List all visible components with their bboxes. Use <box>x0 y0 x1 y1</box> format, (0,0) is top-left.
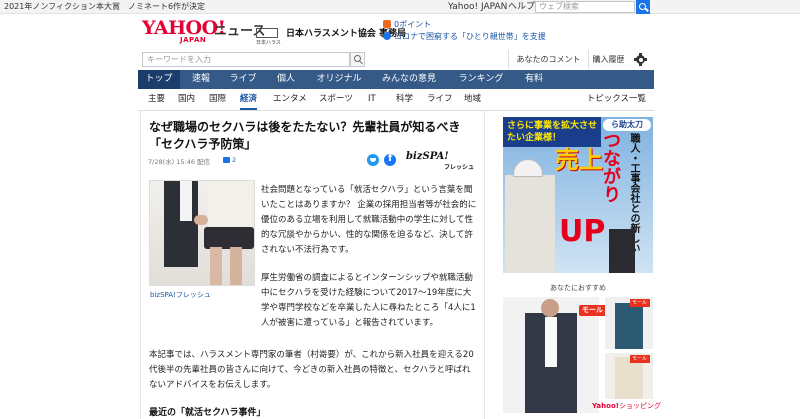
publisher-name: bizSPA! <box>406 151 449 162</box>
article-title: なぜ職場のセクハラは後をたたない？先輩社員が知るべき「セクハラ予防策」 <box>149 120 461 151</box>
category-entertainment[interactable]: エンタメ <box>273 89 307 110</box>
yahoo-shopping-link[interactable]: Yahoo!ショッピング <box>592 401 661 411</box>
yahoo-japan-link[interactable]: Yahoo! JAPAN <box>448 0 507 14</box>
corona-support-text: コロナで困窮する「ひとり親世帯」を支援 <box>394 32 546 41</box>
category-international[interactable]: 国際 <box>209 89 226 110</box>
recommend-title: あなたにおすすめ <box>550 284 606 292</box>
points-icon <box>383 20 391 28</box>
publisher-logo[interactable]: bizSPA! フレッシュ <box>406 151 474 171</box>
tab-breaking[interactable]: 速報 <box>180 70 222 89</box>
mall-mini-badge-1: モール <box>630 299 650 307</box>
twitter-share-icon[interactable] <box>367 154 379 166</box>
ad-headline: さらに事業を拡大させたい企業様！ <box>507 121 598 143</box>
ad-big-text-3: UP <box>559 214 606 249</box>
topics-list-link[interactable]: トピックス一覧 <box>587 89 646 110</box>
category-main[interactable]: 主要 <box>148 89 165 110</box>
category-region[interactable]: 地域 <box>464 89 481 110</box>
site-header: YAHOO! JAPAN ニュース 日本ハラス 日本ハラスメント協会 事務局 0… <box>0 14 800 50</box>
top-strip: 2021年ノンフィクション本大賞 ノミネート6作が決定 Yahoo! JAPAN … <box>0 0 800 14</box>
tab-live[interactable]: ライブ <box>222 70 264 89</box>
article: なぜ職場のセクハラは後をたたない？先輩社員が知るべき「セクハラ予防策」 7/28… <box>140 111 485 419</box>
ad-brand-logo: ら助太刀 <box>603 119 651 131</box>
tab-paid[interactable]: 有料 <box>514 70 554 89</box>
category-science[interactable]: 科学 <box>396 89 413 110</box>
comment-icon[interactable] <box>223 157 230 163</box>
shopping-yahoo: Yahoo! <box>592 402 619 410</box>
publisher-sub: フレッシュ <box>444 164 475 171</box>
article-timestamp: 7/28(水) 15:46 配信 <box>148 158 211 166</box>
keyword-search-button[interactable] <box>350 52 365 67</box>
shopping-name: ショッピング <box>618 402 661 410</box>
gear-icon[interactable] <box>634 53 647 66</box>
comment-count[interactable]: 2 <box>232 156 236 164</box>
section-heading: 最近の「就活セクハラ事件」 <box>149 408 266 418</box>
promo-banner: 2021年ノンフィクション本大賞 ノミネート6作が決定 <box>4 0 213 14</box>
your-comments-button[interactable]: あなたのコメント <box>508 50 588 69</box>
logo-japan-text: JAPAN <box>180 36 207 44</box>
sponsor-logo[interactable]: 日本ハラス <box>256 28 281 46</box>
help-link[interactable]: ヘルプ <box>508 0 535 14</box>
facebook-share-icon[interactable] <box>384 153 396 166</box>
tab-opinions[interactable]: みんなの意見 <box>370 70 448 89</box>
article-paragraph-1: 社会問題となっている「就活セクハラ」という言葉を聞いたことはありますか？ 企業の… <box>261 185 477 255</box>
article-paragraph-2: 厚生労働省の調査によるとインターンシップや就職活動中にセクハラを受けた経験につい… <box>261 273 476 328</box>
tab-original[interactable]: オリジナル <box>308 70 370 89</box>
support-icon <box>383 32 391 40</box>
purchase-history-button[interactable]: 購入履歴 <box>588 50 628 69</box>
points-link[interactable]: 0ポイント <box>383 19 431 30</box>
category-sports[interactable]: スポーツ <box>319 89 353 110</box>
category-economy[interactable]: 経済 <box>240 89 258 110</box>
yahoo-news-logo[interactable]: YAHOO! JAPAN ニュース <box>142 19 265 45</box>
keyword-search-input[interactable]: キーワードを入力 <box>142 52 350 67</box>
web-search-input[interactable]: ウェブ検索 <box>535 1 635 13</box>
promo-link-nominees[interactable]: ノミネート6作が決定 <box>128 2 205 11</box>
ad-big-text-2: 売上 <box>555 146 603 174</box>
mall-mini-badge-2-text: モール <box>632 356 648 362</box>
sponsor-logo-text: 日本ハラス <box>256 40 281 46</box>
web-search-button[interactable] <box>636 0 650 14</box>
mall-badge-text: モール <box>582 306 603 314</box>
points-text: 0ポイント <box>394 20 432 29</box>
tab-personal[interactable]: 個人 <box>264 70 308 89</box>
article-paragraph-3: 本記事では、ハラスメント専門家の筆者（村嵜要）が、これから新入社員を迎える20代… <box>149 350 474 390</box>
tab-top[interactable]: トップ <box>138 70 180 89</box>
category-life[interactable]: ライフ <box>427 89 453 110</box>
category-nav: 主要 国内 国際 経済 エンタメ スポーツ IT 科学 ライフ 地域 トピックス… <box>138 89 654 111</box>
corona-support-link[interactable]: コロナで困窮する「ひとり親世帯」を支援 <box>383 31 546 42</box>
category-domestic[interactable]: 国内 <box>178 89 195 110</box>
tab-ranking[interactable]: ランキング <box>448 70 514 89</box>
news-search-row: キーワードを入力 あなたのコメント 購入履歴 <box>138 50 654 70</box>
main-nav: トップ 速報 ライブ 個人 オリジナル みんなの意見 ランキング 有料 <box>138 70 654 89</box>
sidebar-ad[interactable]: さらに事業を拡大させたい企業様！ ら助太刀 つながり 職人・工事会社との新しい … <box>503 117 653 273</box>
category-it[interactable]: IT <box>368 89 376 110</box>
mall-mini-badge-2: モール <box>630 355 650 363</box>
article-photo[interactable] <box>149 180 255 286</box>
sponsor-logo-mark <box>256 28 278 38</box>
mall-mini-badge-1-text: モール <box>632 300 648 306</box>
promo-link-award[interactable]: 2021年ノンフィクション本大賞 <box>4 2 120 11</box>
photo-caption[interactable]: bizSPA!フレッシュ <box>150 290 211 300</box>
